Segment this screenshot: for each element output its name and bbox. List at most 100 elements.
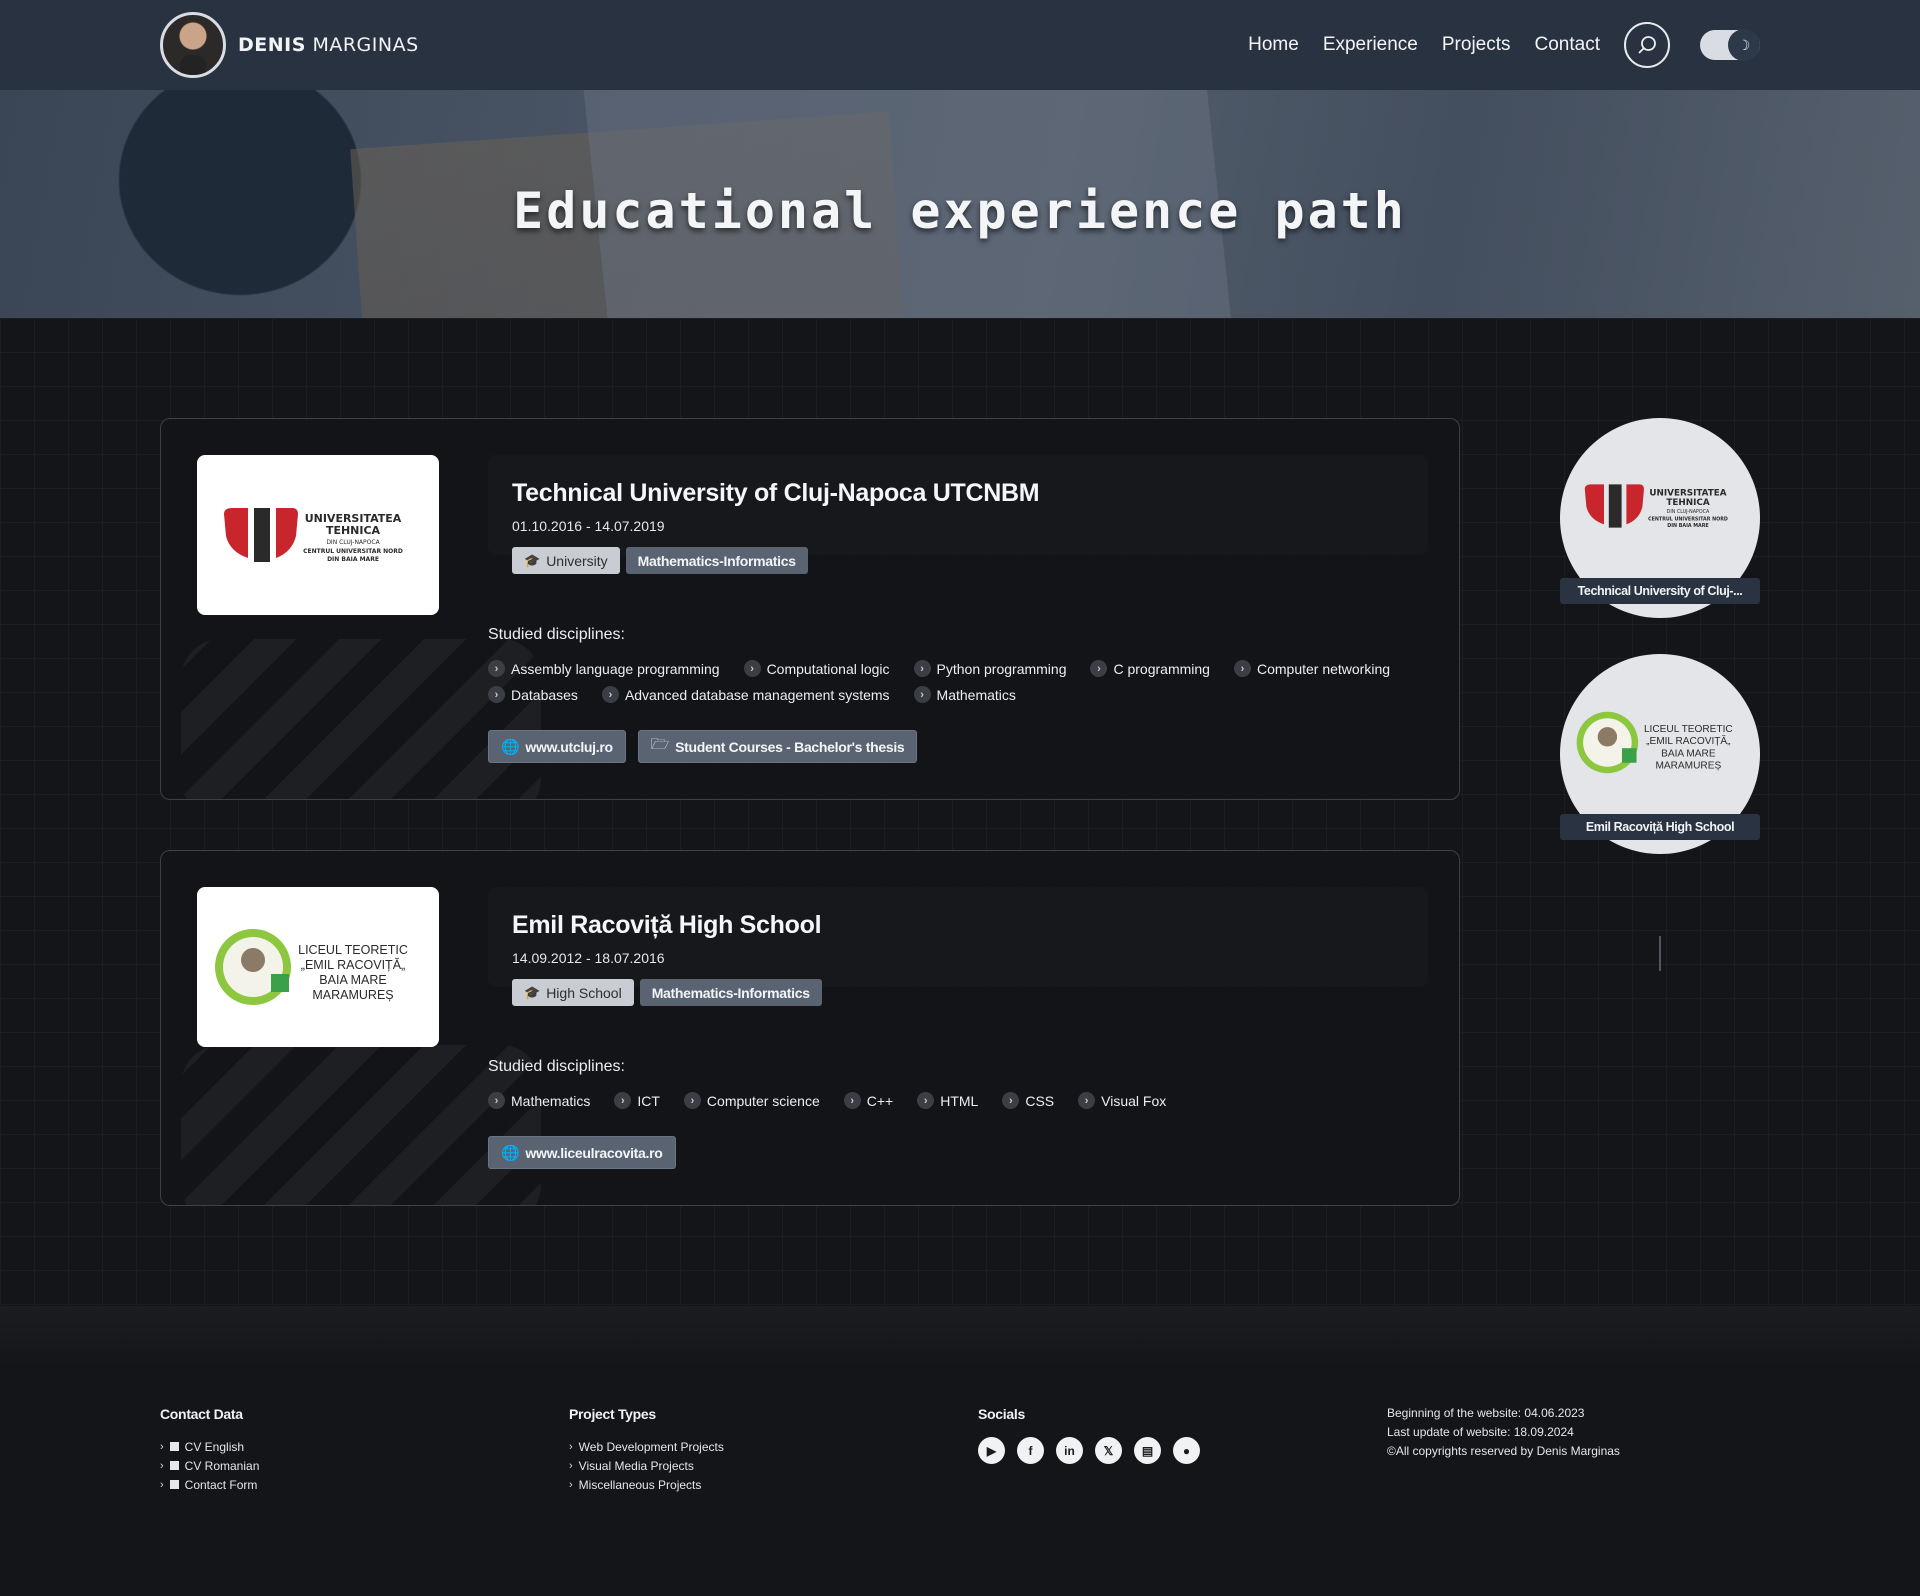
discipline-label: C++ (866, 1092, 894, 1109)
timeline-connector (1659, 936, 1661, 971)
graduation-cap-icon: 🎓 (524, 984, 541, 1000)
svg-text:BAIA MARE: BAIA MARE (319, 973, 386, 987)
racovita-logo-icon: LICEUL TEORETIC „EMIL RACOVIȚĂ„ BAIA MAR… (215, 929, 408, 1005)
footer-link-label: Visual Media Projects (578, 1458, 694, 1473)
blog-icon[interactable]: ▤ (1134, 1437, 1161, 1464)
theme-toggle[interactable]: ☽ (1700, 29, 1760, 61)
svg-text:DIN BAIA MARE: DIN BAIA MARE (327, 556, 379, 563)
discipline-label: C programming (1113, 660, 1210, 677)
footer-link-web-projects[interactable]: › Web Development Projects (569, 1437, 724, 1456)
level-tag: 🎓 University (512, 547, 620, 574)
racovita-logo-icon: LICEUL TEORETIC „EMIL RACOVIȚĂ„ BAIA MAR… (1576, 711, 1733, 773)
discipline-item: › Assembly language programming (488, 659, 720, 678)
page-title: Educational experience path (513, 182, 1407, 240)
discipline-item: › Python programming (913, 659, 1066, 678)
footer-link-visual-projects[interactable]: › Visual Media Projects (569, 1456, 724, 1475)
nav-experience[interactable]: Experience (1323, 34, 1418, 56)
links: 🌐 www.liceulracovita.ro (488, 1136, 688, 1169)
search-button[interactable] (1624, 22, 1670, 68)
timeline-label[interactable]: Emil Racoviță High School (1560, 814, 1760, 840)
discipline-label: ICT (637, 1092, 660, 1109)
chevron-right-icon: › (1090, 660, 1108, 677)
discipline-label: Computer science (706, 1092, 820, 1109)
discipline-label: Visual Fox (1101, 1092, 1167, 1109)
institution-title: Emil Racoviță High School (512, 911, 822, 939)
specialization-tag: Mathematics-Informatics (639, 979, 822, 1006)
utcn-logo-icon: UNIVERSITATEA TEHNICA DIN CLUJ-NAPOCA CE… (224, 508, 403, 563)
discipline-label: CSS (1025, 1092, 1055, 1109)
github-icon[interactable]: ● (1173, 1437, 1200, 1464)
facebook-icon[interactable]: f (1017, 1437, 1044, 1464)
brand-name-bold: DENIS (238, 34, 306, 56)
discipline-label: Computational logic (766, 660, 890, 677)
tags: 🎓 High School Mathematics-Informatics (512, 979, 828, 1006)
chevron-right-icon: › (160, 1478, 164, 1491)
footer-link-contact-form[interactable]: › Contact Form (160, 1475, 259, 1494)
footer-link-cv-romanian[interactable]: › CV Romanian (160, 1456, 259, 1475)
website-link-button[interactable]: 🌐 www.utcluj.ro (488, 730, 626, 763)
main-content: UNIVERSITATEA TEHNICA DIN CLUJ-NAPOCA CE… (0, 318, 1920, 1306)
svg-text:LICEUL TEORETIC: LICEUL TEORETIC (298, 943, 408, 957)
footer-contact-title: Contact Data (160, 1406, 243, 1422)
footer-info: Beginning of the website: 04.06.2023 Las… (1387, 1406, 1620, 1463)
globe-icon: 🌐 (501, 1144, 520, 1162)
discipline-label: Mathematics (936, 686, 1016, 703)
linkedin-icon[interactable]: in (1056, 1437, 1083, 1464)
avatar[interactable] (160, 12, 226, 78)
chevron-right-icon: › (917, 1092, 935, 1109)
website-link-label: www.utcluj.ro (525, 738, 613, 755)
footer-link-label: Contact Form (184, 1477, 258, 1492)
footer-projects-title: Project Types (569, 1406, 656, 1422)
social-links: ▶ f in 𝕏 ▤ ● (978, 1437, 1212, 1464)
website-link-button[interactable]: 🌐 www.liceulracovita.ro (488, 1136, 676, 1169)
svg-text:TEHNICA: TEHNICA (326, 524, 381, 537)
timeline-item-university[interactable]: UNIVERSITATEA TEHNICA DIN CLUJ-NAPOCA CE… (1560, 418, 1760, 618)
studied-label: Studied disciplines: (488, 626, 625, 643)
discipline-item: › CSS (1002, 1091, 1054, 1110)
moon-icon: ☽ (1728, 29, 1760, 61)
x-icon[interactable]: 𝕏 (1095, 1437, 1122, 1464)
svg-text:„EMIL RACOVIȚĂ„: „EMIL RACOVIȚĂ„ (301, 957, 405, 972)
nav-projects[interactable]: Projects (1442, 34, 1511, 56)
brand[interactable]: DENIS MARGINAS (160, 12, 419, 78)
download-icon (169, 1442, 179, 1451)
svg-text:LICEUL TEORETIC: LICEUL TEORETIC (1644, 723, 1733, 734)
globe-icon: 🌐 (501, 738, 520, 756)
chevron-right-icon: › (913, 660, 931, 677)
timeline-label[interactable]: Technical University of Cluj-... (1560, 578, 1760, 604)
discipline-item: › Computer networking (1233, 659, 1390, 678)
courses-link-button[interactable]: 🗁 Student Courses - Bachelor's thesis (637, 730, 918, 763)
svg-text:DIN CLUJ-NAPOCA: DIN CLUJ-NAPOCA (1667, 509, 1710, 515)
disciplines-list: › Assembly language programming › Computat… (488, 659, 1428, 704)
chevron-right-icon: › (160, 1440, 164, 1453)
discipline-item: › Computer science (683, 1091, 820, 1110)
brand-name-rest: MARGINAS (305, 34, 419, 56)
youtube-icon[interactable]: ▶ (978, 1437, 1005, 1464)
chevron-right-icon: › (569, 1478, 573, 1491)
discipline-item: › Advanced database management systems (601, 685, 890, 704)
svg-text:MARAMUREȘ: MARAMUREȘ (312, 988, 393, 1002)
form-icon (169, 1480, 179, 1489)
level-tag-label: University (546, 552, 608, 569)
download-icon (169, 1461, 179, 1470)
footer-link-label: CV English (184, 1439, 245, 1454)
discipline-item: › Computational logic (743, 659, 890, 678)
level-tag-label: High School (546, 984, 622, 1001)
timeline-item-highschool[interactable]: LICEUL TEORETIC „EMIL RACOVIȚĂ„ BAIA MAR… (1560, 654, 1760, 854)
chevron-right-icon: › (569, 1459, 573, 1472)
chevron-right-icon: › (488, 1092, 505, 1109)
chevron-right-icon: › (601, 686, 619, 703)
courses-link-label: Student Courses - Bachelor's thesis (675, 738, 905, 755)
university-logo: UNIVERSITATEA TEHNICA DIN CLUJ-NAPOCA CE… (197, 455, 439, 615)
chevron-right-icon: › (1002, 1092, 1020, 1109)
svg-text:„EMIL RACOVIȚĂ„: „EMIL RACOVIȚĂ„ (1646, 734, 1730, 747)
discipline-item: › C++ (843, 1091, 894, 1110)
svg-text:CENTRUL UNIVERSITAR NORD: CENTRUL UNIVERSITAR NORD (1648, 516, 1728, 522)
nav-contact[interactable]: Contact (1535, 34, 1600, 56)
nav-home[interactable]: Home (1248, 34, 1299, 56)
footer-link-misc-projects[interactable]: › Miscellaneous Projects (569, 1475, 724, 1494)
discipline-item: › Mathematics (488, 1091, 590, 1110)
brand-name[interactable]: DENIS MARGINAS (238, 34, 419, 56)
main-nav: Home Experience Projects Contact ☽ (1224, 22, 1760, 68)
footer-link-cv-english[interactable]: › CV English (160, 1437, 259, 1456)
